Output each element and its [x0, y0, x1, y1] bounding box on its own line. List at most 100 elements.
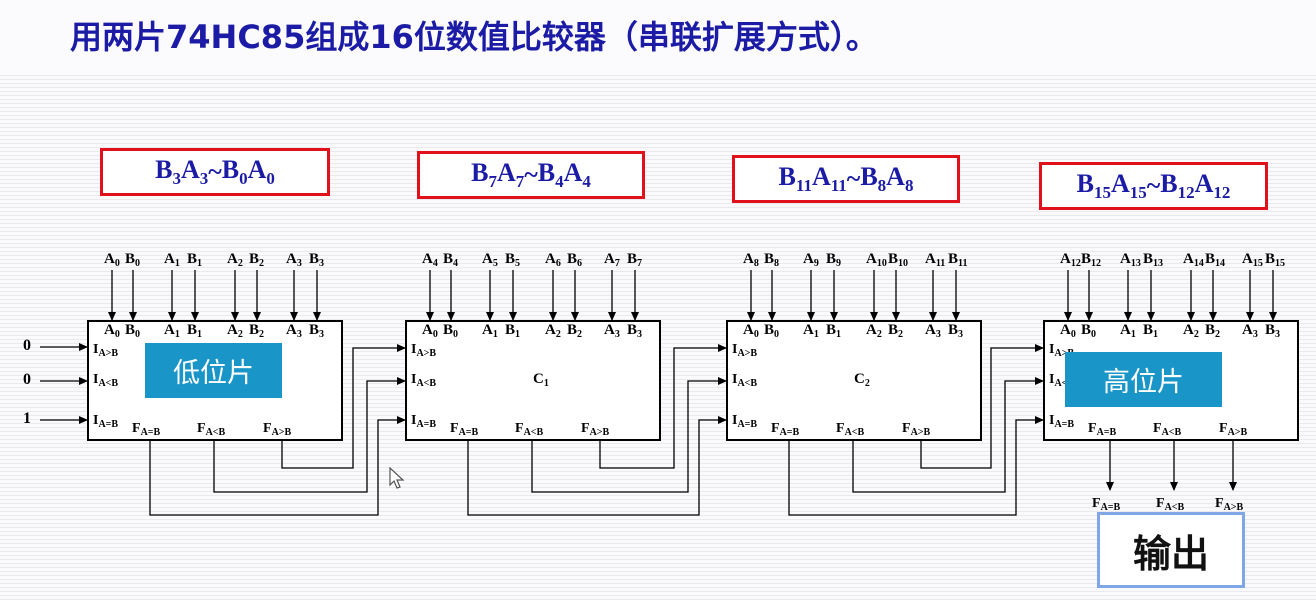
final-output-label: FA<B [1156, 497, 1184, 513]
chip-pin-label: A1 [1120, 323, 1136, 340]
external-input-label: A7 [604, 252, 620, 269]
final-output-label-main: F [1215, 496, 1224, 511]
external-input-label-subscript: 15 [1275, 258, 1286, 269]
cascade-input-label: IA=B [411, 414, 436, 430]
cascade-output-label-main: F [132, 421, 141, 436]
chip-pin-label-main: B [1265, 322, 1276, 338]
chip-pin-label-subscript: 1 [813, 329, 819, 340]
chip-pin-label-subscript: 1 [836, 329, 842, 340]
final-output-label-subscript: A>B [1223, 502, 1244, 513]
constant-input: 0 [23, 371, 31, 388]
chip-pin-label-main: B [567, 322, 578, 338]
final-output-label-main: F [1156, 496, 1165, 511]
chip-pin-label-subscript: 0 [135, 329, 141, 340]
cascade-output-label-main: F [902, 421, 911, 436]
external-input-label-subscript: 0 [135, 258, 141, 269]
cascade-input-label-subscript: A<B [416, 378, 437, 389]
external-input-label-main: A [604, 251, 615, 267]
chip-pin-label-main: B [505, 322, 516, 338]
chip-pin-label: A0 [104, 323, 120, 340]
chip-pin-label-subscript: 2 [1193, 329, 1199, 340]
chip-pin-label-subscript: 2 [577, 329, 583, 340]
external-input-label-main: A [925, 251, 936, 267]
chip-pin-label: B1 [187, 323, 202, 340]
external-input-label-subscript: 3 [319, 258, 325, 269]
external-input-label: B0 [125, 252, 140, 269]
external-input-label-subscript: 14 [1193, 258, 1204, 269]
cascade-output-label: FA=B [132, 422, 160, 438]
chip-pin-label-subscript: 3 [935, 329, 941, 340]
cascade-input-label: IA=B [1049, 414, 1074, 430]
final-output-label-subscript: A<B [1164, 502, 1185, 513]
external-input-label-subscript: 6 [577, 258, 583, 269]
cascade-output-label: FA>B [902, 422, 930, 438]
final-output-label-subscript: A=B [1100, 502, 1121, 513]
chip-pin-label-main: B [764, 322, 775, 338]
chip-pin-label-subscript: 1 [1153, 329, 1159, 340]
external-input-label: A5 [482, 252, 498, 269]
cascade-output-label: FA<B [1153, 422, 1181, 438]
cascade-input-label: IA>B [732, 343, 757, 359]
external-input-label-main: A [422, 251, 433, 267]
external-input-label-main: B [505, 251, 516, 267]
chip-pin-label: B3 [309, 323, 324, 340]
external-input-label: A3 [286, 252, 302, 269]
external-input-label-subscript: 11 [958, 258, 968, 269]
chip-pin-label: A3 [604, 323, 620, 340]
chip-name-main: C [854, 371, 865, 387]
chip-pin-label-main: A [866, 322, 877, 338]
final-output-label: FA>B [1215, 497, 1243, 513]
external-input-label-main: A [286, 251, 297, 267]
cascade-input-label: IA>B [93, 343, 118, 359]
cascade-input-label: IA=B [732, 414, 757, 430]
external-input-label-main: B [567, 251, 578, 267]
external-input-label-main: B [443, 251, 454, 267]
cascade-output-label-subscript: A>B [910, 427, 931, 438]
external-input-label-main: A [227, 251, 238, 267]
chip-pin-label-main: A [545, 322, 556, 338]
chip-pin-label-main: B [125, 322, 136, 338]
external-input-label-main: B [826, 251, 837, 267]
cascade-output-label-main: F [836, 421, 845, 436]
chip-pin-label-main: A [482, 322, 493, 338]
external-input-label-main: A [1183, 251, 1194, 267]
cascade-output-label: FA>B [1219, 422, 1247, 438]
external-input-label-subscript: 9 [813, 258, 819, 269]
external-input-label-main: B [125, 251, 136, 267]
external-input-label: B13 [1143, 252, 1163, 269]
external-input-label: A2 [227, 252, 243, 269]
external-input-label: A0 [104, 252, 120, 269]
external-input-label: B15 [1265, 252, 1285, 269]
external-input-label: B8 [764, 252, 779, 269]
external-input-label-main: A [1120, 251, 1131, 267]
external-input-label: A15 [1242, 252, 1263, 269]
external-input-label-subscript: 15 [1252, 258, 1263, 269]
chip-pin-label-main: A [1120, 322, 1131, 338]
chip-pin-label-main: A [164, 322, 175, 338]
cascade-output-label-subscript: A>B [589, 427, 610, 438]
external-input-label: A13 [1120, 252, 1141, 269]
external-input-label-main: A [803, 251, 814, 267]
chip-pin-label: A1 [482, 323, 498, 340]
external-input-label: A14 [1183, 252, 1204, 269]
chip-pin-label-subscript: 2 [555, 329, 561, 340]
constant-input: 0 [23, 337, 31, 354]
chip-pin-label: B2 [1205, 323, 1220, 340]
chip-pin-label: A2 [1183, 323, 1199, 340]
external-input-label-main: B [309, 251, 320, 267]
external-input-label: B4 [443, 252, 458, 269]
cascade-output-label-main: F [197, 421, 206, 436]
final-output-label: FA=B [1092, 497, 1120, 513]
external-input-label: A8 [743, 252, 759, 269]
external-input-label-subscript: 1 [174, 258, 180, 269]
chip-name: C2 [854, 372, 870, 389]
chip-pin-label-main: B [1205, 322, 1216, 338]
cascade-output-label: FA<B [515, 422, 543, 438]
external-input-label-subscript: 13 [1153, 258, 1164, 269]
external-input-label-subscript: 2 [259, 258, 265, 269]
external-input-label-subscript: 7 [614, 258, 620, 269]
cascade-input-label-subscript: A=B [1054, 419, 1075, 430]
cascade-output-label-subscript: A<B [844, 427, 865, 438]
external-input-label-subscript: 10 [898, 258, 909, 269]
external-input-label-subscript: 11 [935, 258, 946, 269]
